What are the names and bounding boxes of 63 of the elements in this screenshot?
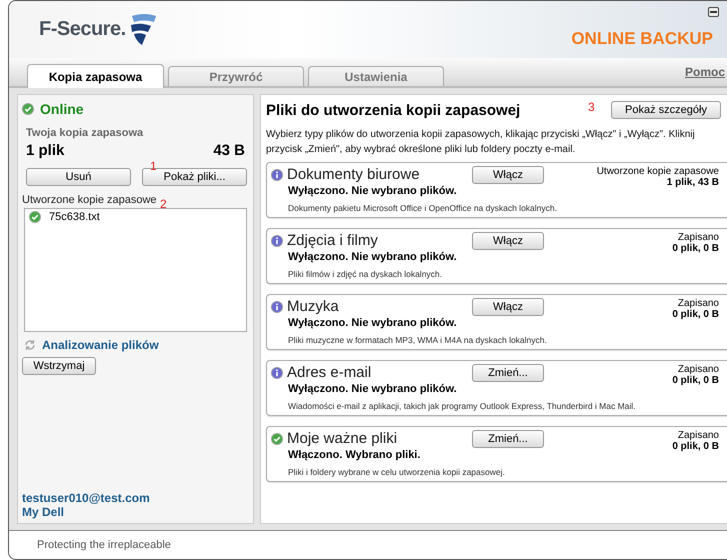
help-link[interactable]: Pomoc <box>684 65 725 79</box>
stat-value: 1 plik, 43 B <box>666 177 719 188</box>
details-button[interactable]: Pokaż szczegóły <box>611 101 721 119</box>
account-link[interactable]: My Dell <box>22 505 249 519</box>
tab[interactable]: Ustawienia <box>308 66 444 86</box>
refresh-icon <box>24 339 36 351</box>
toggle-button[interactable]: Włącz <box>472 298 544 316</box>
category-status: Wyłączono. Nie wybrano plików. <box>288 316 457 330</box>
annotation-number: 2 <box>160 197 167 211</box>
category-name: Moje ważne pliki <box>287 430 398 448</box>
toggle-button[interactable]: Włącz <box>472 166 544 184</box>
category-description: Pliki muzyczne w formatach MP3, WMA i M4A na dyskach lokalnych. <box>288 335 547 345</box>
info-icon <box>271 235 283 247</box>
pause-button[interactable]: Wstrzymaj <box>22 357 96 375</box>
tab[interactable]: Kopia zapasowa <box>27 64 164 88</box>
stat-label: Zapisano <box>678 364 719 375</box>
stat-label: Utworzone kopie zapasowe <box>596 166 719 177</box>
file-name[interactable]: 75c638.txt <box>49 211 100 223</box>
toggle-button[interactable]: Włącz <box>472 232 544 250</box>
file-check-icon <box>29 211 41 223</box>
section-title: Pliki do utworzenia kopii zapasowej <box>266 102 520 118</box>
connection-status: Online <box>40 101 84 117</box>
stat-value: 0 plik, 0 B <box>672 243 719 254</box>
section-heading: Twoja kopia zapasowa <box>26 127 144 139</box>
activity-status: Analizowanie plików <box>42 338 159 352</box>
instructions-text: Wybierz typy plików do utworzenia kopii zapasowych, klikając przyciski „Włącz" i „Wyłącz". Kliknij przycisk „Zmień", aby wybrać określone pliki lub foldery poczty e-mail. <box>266 128 696 157</box>
tagline: Protecting the irreplaceable <box>37 539 171 551</box>
info-icon <box>271 169 283 181</box>
stat-value: 0 plik, 0 B <box>672 441 719 452</box>
stat-value: 0 plik, 0 B <box>672 309 719 320</box>
minimize-button[interactable] <box>708 7 719 17</box>
action-button[interactable]: Usuń <box>26 168 131 186</box>
stat-label: Zapisano <box>678 298 719 309</box>
stat-value: 0 plik, 0 B <box>672 375 719 386</box>
category-name: Dokumenty biurowe <box>287 166 421 184</box>
info-icon <box>271 301 283 313</box>
stat-label: Zapisano <box>678 232 719 243</box>
file-count: 1 plik <box>26 142 64 159</box>
category-status: Wyłączono. Nie wybrano plików. <box>288 184 457 198</box>
enabled-check-icon <box>271 433 283 445</box>
stat-label: Zapisano <box>678 430 719 441</box>
online-status-icon <box>22 103 34 115</box>
category-status: Wyłączono. Nie wybrano plików. <box>288 382 457 396</box>
category-description: Pliki i foldery wybrane w celu utworzenia kopii zapasowej. <box>288 467 505 477</box>
product-title: ONLINE BACKUP <box>571 28 713 48</box>
category-name: Adres e-mail <box>287 364 372 382</box>
category-status: Wyłączono. Nie wybrano plików. <box>288 250 457 264</box>
category-name: Zdjęcia i filmy <box>287 232 379 250</box>
tab[interactable]: Przywróć <box>168 66 304 86</box>
brand-logo-text: F-Secure. <box>39 18 126 41</box>
toggle-button[interactable]: Zmień... <box>472 364 544 382</box>
list-label: Utworzone kopie zapasowe <box>22 194 157 206</box>
annotation-number: 3 <box>588 100 595 114</box>
category-description: Pliki filmów i zdjęć na dyskach lokalnych. <box>288 269 442 279</box>
category-description: Wiadomości e-mail z aplikacji, takich jak programy Outlook Express, Thunderbird i Mac Mail. <box>288 401 636 411</box>
account-email[interactable]: testuser010@test.com <box>22 491 249 505</box>
toggle-button[interactable]: Zmień... <box>472 430 544 448</box>
backup-size: 43 B <box>213 142 245 159</box>
category-description: Dokumenty pakietu Microsoft Office i OpenOffice na dyskach lokalnych. <box>288 203 557 213</box>
category-name: Muzyka <box>287 298 340 316</box>
minimize-icon <box>710 11 717 13</box>
info-icon <box>271 367 283 379</box>
category-status: Włączono. Wybrano pliki. <box>288 448 420 462</box>
